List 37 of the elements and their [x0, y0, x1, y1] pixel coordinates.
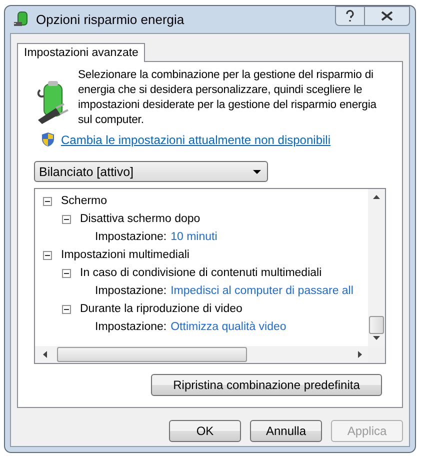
scroll-thumb[interactable] — [57, 347, 247, 362]
scroll-left-icon — [43, 351, 47, 358]
collapse-toggle[interactable] — [43, 196, 52, 206]
vertical-scrollbar[interactable] — [368, 189, 385, 346]
help-button[interactable] — [335, 6, 365, 26]
collapse-toggle[interactable] — [62, 214, 71, 224]
dialog-button[interactable]: Annulla — [250, 420, 322, 442]
scroll-up-icon — [373, 195, 380, 199]
tree-item[interactable]: Disattiva schermo dopo — [80, 213, 200, 225]
tree-item[interactable]: In caso di condivisione di contenuti multimediali — [80, 267, 322, 279]
shield-icon — [41, 132, 55, 147]
collapse-toggle[interactable] — [62, 268, 71, 278]
tree-item[interactable]: Schermo — [61, 195, 108, 207]
scroll-right-icon — [358, 351, 362, 358]
scroll-thumb[interactable] — [369, 316, 384, 334]
dialog-button[interactable]: OK — [169, 420, 241, 442]
setting-value[interactable]: 10 minuti — [170, 231, 218, 243]
collapse-toggle[interactable] — [62, 304, 71, 314]
setting-label: Impostazione: — [95, 285, 167, 297]
restore-defaults-button[interactable]: Ripristina combinazione predefinita — [151, 374, 382, 396]
setting-value[interactable]: Impedisci al computer di passare all — [170, 285, 354, 297]
close-button[interactable] — [365, 6, 410, 26]
tab[interactable]: Impostazioni avanzate — [17, 43, 146, 62]
tree-item[interactable]: Durante la riproduzione di video — [80, 303, 242, 315]
close-icon — [381, 11, 393, 21]
admin-link[interactable]: Cambia le impostazioni attualmente non disponibili — [61, 132, 330, 146]
tree-item[interactable]: Impostazioni multimediali — [61, 249, 190, 261]
window-title: Opzioni risparmio energia — [36, 12, 186, 27]
plan-dropdown[interactable]: Bilanciato [attivo] — [34, 161, 268, 182]
setting-label: Impostazione: — [95, 231, 167, 243]
collapse-toggle[interactable] — [43, 250, 52, 260]
caret-icon — [253, 170, 261, 174]
setting-label: Impostazione: — [95, 321, 167, 333]
help-icon — [345, 10, 355, 22]
scroll-down-icon — [373, 336, 380, 340]
setting-value[interactable]: Ottimizza qualità video — [170, 321, 286, 333]
description-text: Selezionare la combinazione per la gestione del risparmio di energia che si desidera personalizzare, quindi scegliere le impostazioni desiderate per la gestione del risparmio energia sul computer. — [78, 68, 378, 128]
